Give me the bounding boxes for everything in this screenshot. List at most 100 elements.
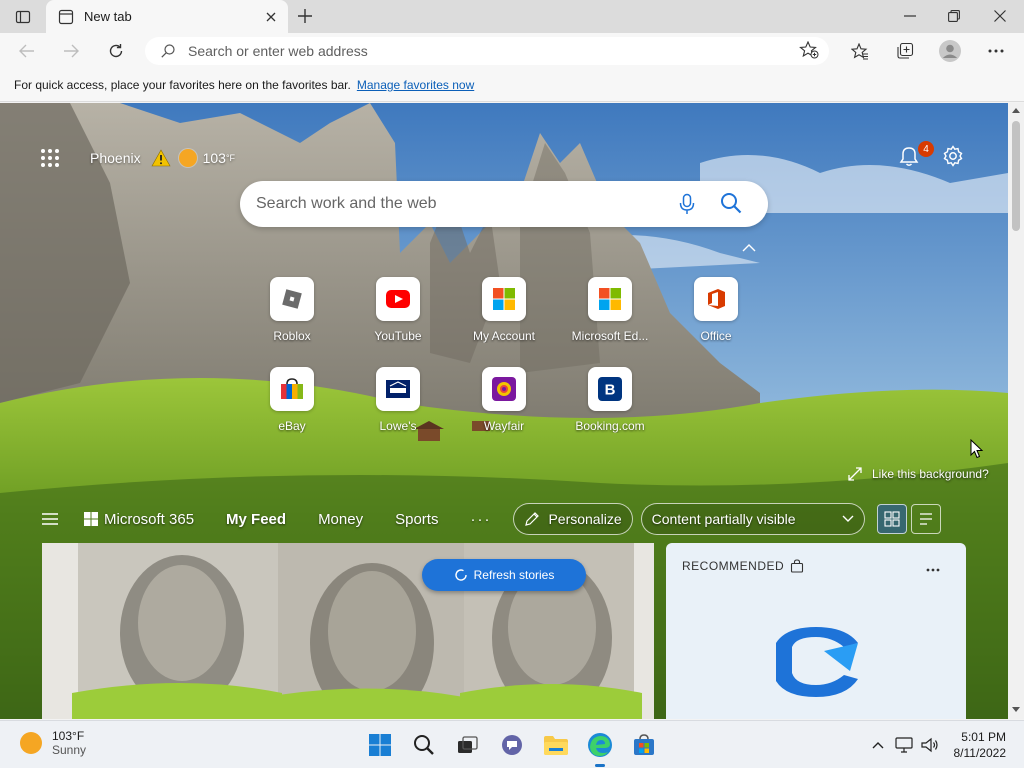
tab-money[interactable]: Money bbox=[318, 511, 363, 528]
temperature-unit: °F bbox=[225, 153, 236, 163]
taskbar-weather-widget[interactable]: 103°F Sunny bbox=[20, 729, 86, 757]
tile-label: YouTube bbox=[374, 329, 422, 343]
expand-icon bbox=[848, 467, 862, 481]
network-icon[interactable] bbox=[894, 735, 914, 755]
microphone-icon[interactable] bbox=[676, 193, 698, 215]
weather-city: Phoenix bbox=[90, 150, 141, 166]
youtube-icon bbox=[376, 277, 420, 321]
collections-icon[interactable] bbox=[890, 37, 920, 65]
microsoft-store-icon[interactable] bbox=[628, 729, 660, 761]
personalize-button[interactable]: Personalize bbox=[513, 503, 633, 535]
search-submit-icon[interactable] bbox=[720, 192, 744, 216]
quick-link-roblox[interactable]: Roblox bbox=[247, 277, 337, 357]
like-background-link[interactable]: Like this background? bbox=[848, 467, 989, 481]
quick-link-lowes[interactable]: Lowe's bbox=[353, 367, 443, 447]
clock-date: 8/11/2022 bbox=[953, 746, 1007, 760]
microsoft-icon bbox=[482, 277, 526, 321]
close-window-icon[interactable] bbox=[986, 2, 1014, 30]
microsoft-start-logo-icon bbox=[776, 627, 858, 697]
quick-link-my-account[interactable]: My Account bbox=[459, 277, 549, 357]
show-hidden-icons-chevron-up-icon[interactable] bbox=[868, 735, 888, 755]
refresh-icon[interactable] bbox=[101, 37, 131, 65]
page-settings-gear-icon[interactable] bbox=[942, 145, 968, 171]
restore-icon[interactable] bbox=[940, 2, 968, 30]
recommended-card[interactable]: RECOMMENDED bbox=[666, 543, 966, 719]
quick-link-wayfair[interactable]: Wayfair bbox=[459, 367, 549, 447]
new-tab-page: Phoenix 103 °F 4 Search work and the web … bbox=[0, 103, 1008, 719]
system-tray bbox=[868, 735, 946, 755]
quick-link-ebay[interactable]: eBay bbox=[247, 367, 337, 447]
file-explorer-icon[interactable] bbox=[540, 729, 572, 761]
booking-icon: B bbox=[588, 367, 632, 411]
new-tab-plus-icon[interactable] bbox=[290, 3, 320, 29]
notification-count-badge: 4 bbox=[918, 141, 934, 157]
windows-taskbar: 103°F Sunny 5:01 PM 8/11/2022 bbox=[0, 720, 1024, 768]
taskbar-search-icon[interactable] bbox=[408, 729, 440, 761]
quick-link-microsoft-edge[interactable]: Microsoft Ed... bbox=[565, 277, 655, 357]
taskbar-weather-temp: 103°F bbox=[52, 729, 85, 743]
more-options-icon[interactable] bbox=[981, 37, 1011, 65]
feed-navigation-bar: Microsoft 365 My Feed Money Sports ··· P… bbox=[40, 501, 966, 537]
address-bar[interactable]: Search or enter web address bbox=[145, 37, 829, 65]
taskbar-clock[interactable]: 5:01 PM 8/11/2022 bbox=[952, 729, 1007, 761]
recommended-more-options-icon[interactable] bbox=[926, 559, 948, 575]
favorites-bar: For quick access, place your favorites h… bbox=[0, 69, 1024, 102]
volume-speaker-icon[interactable] bbox=[920, 735, 940, 755]
favorites-star-icon[interactable] bbox=[845, 37, 875, 65]
grid-layout-icon bbox=[884, 511, 900, 527]
scrollbar-thumb[interactable] bbox=[1012, 121, 1020, 231]
weather-temperature: 103 bbox=[202, 150, 226, 166]
list-layout-icon bbox=[919, 513, 932, 525]
task-view-icon[interactable] bbox=[452, 729, 484, 761]
tab-sports[interactable]: Sports bbox=[395, 511, 438, 528]
new-tab-page-icon bbox=[58, 9, 74, 24]
title-bar: New tab bbox=[0, 0, 1024, 33]
collapse-tiles-chevron-icon[interactable] bbox=[742, 239, 758, 252]
feed-more-tabs[interactable]: ··· bbox=[470, 511, 491, 528]
content-visibility-value: Content partially visible bbox=[651, 511, 796, 527]
minimize-icon[interactable] bbox=[896, 2, 924, 30]
grid-view-button[interactable] bbox=[876, 504, 907, 534]
teams-chat-icon[interactable] bbox=[496, 729, 528, 761]
lowes-icon bbox=[376, 367, 420, 411]
recommended-header: RECOMMENDED bbox=[682, 559, 804, 573]
quick-link-booking[interactable]: B Booking.com bbox=[565, 367, 655, 447]
close-tab-icon[interactable] bbox=[258, 4, 284, 30]
scroll-down-arrow-icon[interactable] bbox=[1011, 703, 1021, 715]
tile-label: Booking.com bbox=[575, 419, 645, 433]
manage-favorites-link[interactable]: Manage favorites now bbox=[357, 78, 474, 92]
microsoft-365-link[interactable]: Microsoft 365 bbox=[84, 511, 194, 528]
profile-avatar-icon[interactable] bbox=[935, 37, 965, 65]
apps-launcher-icon[interactable] bbox=[40, 148, 64, 172]
refresh-stories-label: Refresh stories bbox=[473, 568, 555, 582]
scroll-up-arrow-icon[interactable] bbox=[1011, 105, 1021, 117]
refresh-icon bbox=[454, 569, 467, 581]
svg-text:B: B bbox=[605, 382, 616, 399]
tile-label: eBay bbox=[278, 419, 306, 433]
forward-arrow-icon[interactable] bbox=[56, 37, 86, 65]
tile-label: Roblox bbox=[273, 329, 311, 343]
page-scrollbar[interactable] bbox=[1008, 103, 1024, 719]
tile-label: Wayfair bbox=[483, 419, 525, 433]
web-search-box[interactable]: Search work and the web bbox=[240, 181, 768, 227]
edge-browser-icon[interactable] bbox=[584, 729, 616, 767]
start-windows-icon[interactable] bbox=[364, 729, 396, 761]
tab-actions-icon[interactable] bbox=[8, 4, 38, 30]
weather-widget[interactable]: Phoenix 103 °F bbox=[90, 147, 235, 169]
quick-link-office[interactable]: Office bbox=[671, 277, 761, 357]
back-arrow-icon[interactable] bbox=[12, 37, 42, 65]
recommended-title: RECOMMENDED bbox=[682, 559, 785, 573]
hamburger-menu-icon[interactable] bbox=[40, 509, 60, 529]
personalize-label: Personalize bbox=[548, 511, 622, 527]
list-view-button[interactable] bbox=[910, 504, 941, 534]
tab-my-feed[interactable]: My Feed bbox=[226, 511, 286, 528]
ebay-icon bbox=[270, 367, 314, 411]
tab-new-tab[interactable]: New tab bbox=[46, 0, 288, 33]
mouse-cursor-icon bbox=[970, 439, 984, 459]
tab-title: New tab bbox=[84, 9, 132, 24]
content-visibility-dropdown[interactable]: Content partially visible bbox=[640, 503, 865, 535]
microsoft-365-label: Microsoft 365 bbox=[104, 510, 195, 528]
refresh-stories-button[interactable]: Refresh stories bbox=[422, 559, 586, 591]
quick-link-youtube[interactable]: YouTube bbox=[353, 277, 443, 357]
add-favorite-star-icon[interactable] bbox=[799, 40, 821, 61]
